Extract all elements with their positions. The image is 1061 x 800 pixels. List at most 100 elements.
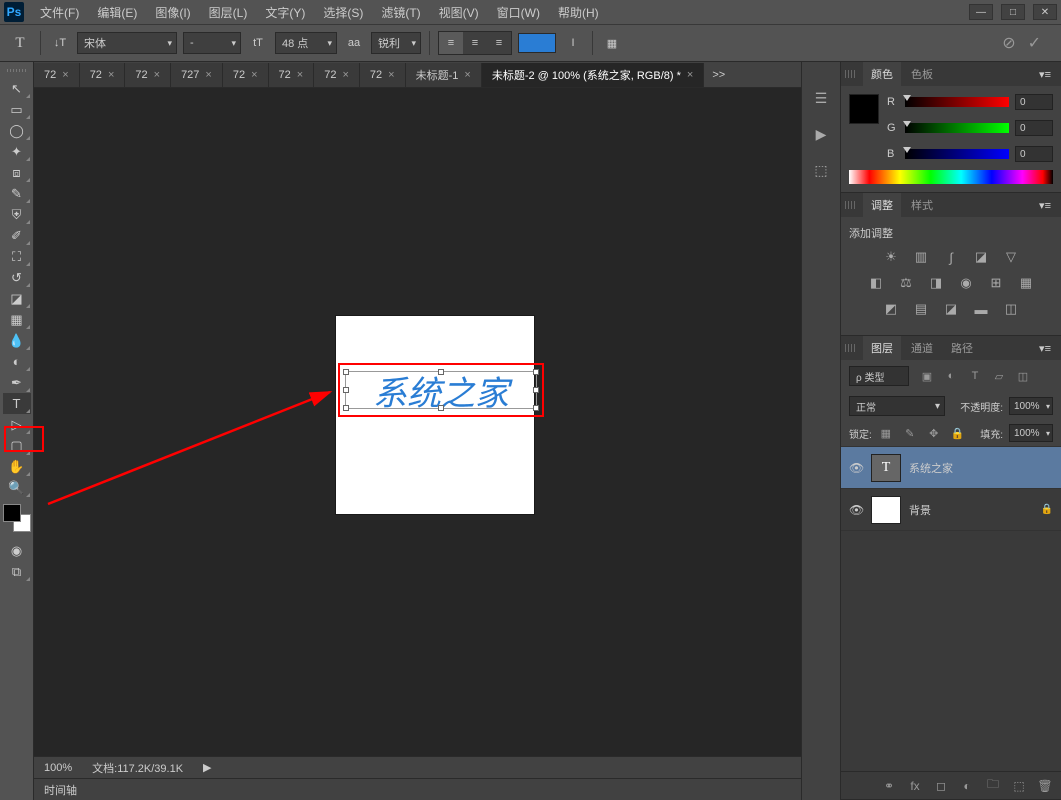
close-tab-icon[interactable]: × xyxy=(205,69,211,81)
antialias-dropdown[interactable]: 锐利 xyxy=(371,32,421,54)
magic-wand-tool[interactable]: ✦ xyxy=(3,141,31,162)
document-tab[interactable]: 72× xyxy=(223,63,269,87)
document-tab[interactable]: 72× xyxy=(314,63,360,87)
close-tab-icon[interactable]: × xyxy=(342,69,348,81)
gradient-tool[interactable]: ▦ xyxy=(3,309,31,330)
r-slider[interactable] xyxy=(905,97,1009,107)
menu-help[interactable]: 帮助(H) xyxy=(550,1,607,24)
balance-icon[interactable]: ⚖ xyxy=(897,275,915,291)
new-layer-icon[interactable]: ⬚ xyxy=(1011,779,1027,793)
vibrance-icon[interactable]: ▽ xyxy=(1002,249,1020,265)
menu-filter[interactable]: 滤镜(T) xyxy=(373,1,428,24)
history-panel-icon[interactable]: ☰ xyxy=(809,88,833,108)
panel-grip[interactable] xyxy=(845,201,857,209)
toolbox-grip[interactable] xyxy=(0,66,33,74)
tab-color[interactable]: 颜色 xyxy=(863,62,901,86)
opacity-input[interactable]: 100% xyxy=(1009,397,1053,415)
panel-menu-icon[interactable]: ▾≡ xyxy=(1033,199,1057,212)
close-tab-icon[interactable]: × xyxy=(687,69,693,81)
filter-shape-icon[interactable]: ▱ xyxy=(991,368,1007,384)
menu-file[interactable]: 文件(F) xyxy=(32,1,87,24)
font-style-dropdown[interactable]: - xyxy=(183,32,241,54)
brush-tool[interactable]: ✐ xyxy=(3,225,31,246)
blend-mode-dropdown[interactable]: 正常 xyxy=(849,396,945,416)
panel-grip[interactable] xyxy=(845,344,857,352)
filter-adjust-icon[interactable]: ◐ xyxy=(943,368,959,384)
document-tab[interactable]: 未标题-1× xyxy=(406,63,482,87)
r-value-input[interactable]: 0 xyxy=(1015,94,1053,110)
document-tab[interactable]: 72× xyxy=(360,63,406,87)
document-tab[interactable]: 72× xyxy=(269,63,315,87)
visibility-toggle-icon[interactable]: 👁 xyxy=(849,461,863,475)
menu-image[interactable]: 图像(I) xyxy=(147,1,198,24)
document-tab[interactable]: 72× xyxy=(125,63,171,87)
close-tab-icon[interactable]: × xyxy=(154,69,160,81)
align-right-button[interactable]: ≡ xyxy=(487,32,511,54)
group-icon[interactable]: 🗀 xyxy=(985,775,1001,796)
delete-layer-icon[interactable]: 🗑 xyxy=(1037,779,1053,793)
tab-swatches[interactable]: 色板 xyxy=(903,62,941,86)
menu-window[interactable]: 窗口(W) xyxy=(489,1,548,24)
healing-tool[interactable]: ⛨ xyxy=(3,204,31,225)
tab-paths[interactable]: 路径 xyxy=(943,336,981,360)
document-tab[interactable]: 727× xyxy=(171,63,223,87)
tab-channels[interactable]: 通道 xyxy=(903,336,941,360)
threshold-icon[interactable]: ◪ xyxy=(942,301,960,317)
canvas-viewport[interactable]: 系统之家 xyxy=(34,88,801,756)
visibility-toggle-icon[interactable]: 👁 xyxy=(849,503,863,517)
panel-grip[interactable] xyxy=(845,70,857,78)
transform-handle[interactable] xyxy=(438,405,444,411)
layer-name[interactable]: 系统之家 xyxy=(909,460,1053,476)
close-tab-icon[interactable]: × xyxy=(464,69,470,81)
g-value-input[interactable]: 0 xyxy=(1015,120,1053,136)
text-color-swatch[interactable] xyxy=(518,33,556,53)
tab-layers[interactable]: 图层 xyxy=(863,336,901,360)
document-tab[interactable]: 72× xyxy=(80,63,126,87)
pen-tool[interactable]: ✒ xyxy=(3,372,31,393)
quick-mask-tool[interactable]: ◉ xyxy=(3,540,31,561)
zoom-level[interactable]: 100% xyxy=(44,762,72,774)
exposure-icon[interactable]: ◪ xyxy=(972,249,990,265)
blur-tool[interactable]: 💧 xyxy=(3,330,31,351)
text-bounding-box[interactable]: 系统之家 xyxy=(338,363,544,417)
type-tool[interactable]: T xyxy=(3,393,31,414)
posterize-icon[interactable]: ▤ xyxy=(912,301,930,317)
properties-panel-icon[interactable]: ⬚ xyxy=(809,160,833,180)
path-select-tool[interactable]: ▷ xyxy=(3,414,31,435)
filter-type-icon[interactable]: T xyxy=(967,368,983,384)
minimize-button[interactable]: — xyxy=(969,4,993,20)
lock-pixels-icon[interactable]: ✎ xyxy=(902,425,918,441)
eyedropper-tool[interactable]: ✎ xyxy=(3,183,31,204)
color-preview-swatch[interactable] xyxy=(849,94,879,124)
invert-icon[interactable]: ◩ xyxy=(882,301,900,317)
eraser-tool[interactable]: ◪ xyxy=(3,288,31,309)
g-slider[interactable] xyxy=(905,123,1009,133)
brightness-icon[interactable]: ☀ xyxy=(882,249,900,265)
gradient-map-icon[interactable]: ▬ xyxy=(972,301,990,317)
layer-item[interactable]: 👁T系统之家 xyxy=(841,447,1061,489)
dodge-tool[interactable]: ◐ xyxy=(3,351,31,372)
transform-handle[interactable] xyxy=(533,369,539,375)
current-tool-icon[interactable]: T xyxy=(8,31,32,55)
transform-handle[interactable] xyxy=(438,369,444,375)
tab-styles[interactable]: 样式 xyxy=(903,193,941,217)
filter-pixel-icon[interactable]: ▣ xyxy=(919,368,935,384)
close-tab-icon[interactable]: × xyxy=(388,69,394,81)
layer-filter-dropdown[interactable]: ρ 类型 xyxy=(849,366,909,386)
panel-menu-icon[interactable]: ▾≡ xyxy=(1033,68,1057,81)
font-size-dropdown[interactable]: 48 点 xyxy=(275,32,337,54)
levels-icon[interactable]: ▥ xyxy=(912,249,930,265)
align-center-button[interactable]: ≡ xyxy=(463,32,487,54)
lookup-icon[interactable]: ▦ xyxy=(1017,275,1035,291)
align-left-button[interactable]: ≡ xyxy=(439,32,463,54)
adjustment-layer-icon[interactable]: ◐ xyxy=(959,779,975,793)
photo-filter-icon[interactable]: ◉ xyxy=(957,275,975,291)
fill-input[interactable]: 100% xyxy=(1009,424,1053,442)
layer-mask-icon[interactable]: ◻ xyxy=(933,779,949,793)
menu-layer[interactable]: 图层(L) xyxy=(201,1,256,24)
transform-handle[interactable] xyxy=(343,387,349,393)
bw-icon[interactable]: ◨ xyxy=(927,275,945,291)
close-tab-icon[interactable]: × xyxy=(62,69,68,81)
menu-select[interactable]: 选择(S) xyxy=(315,1,371,24)
move-tool[interactable]: ↖ xyxy=(3,78,31,99)
